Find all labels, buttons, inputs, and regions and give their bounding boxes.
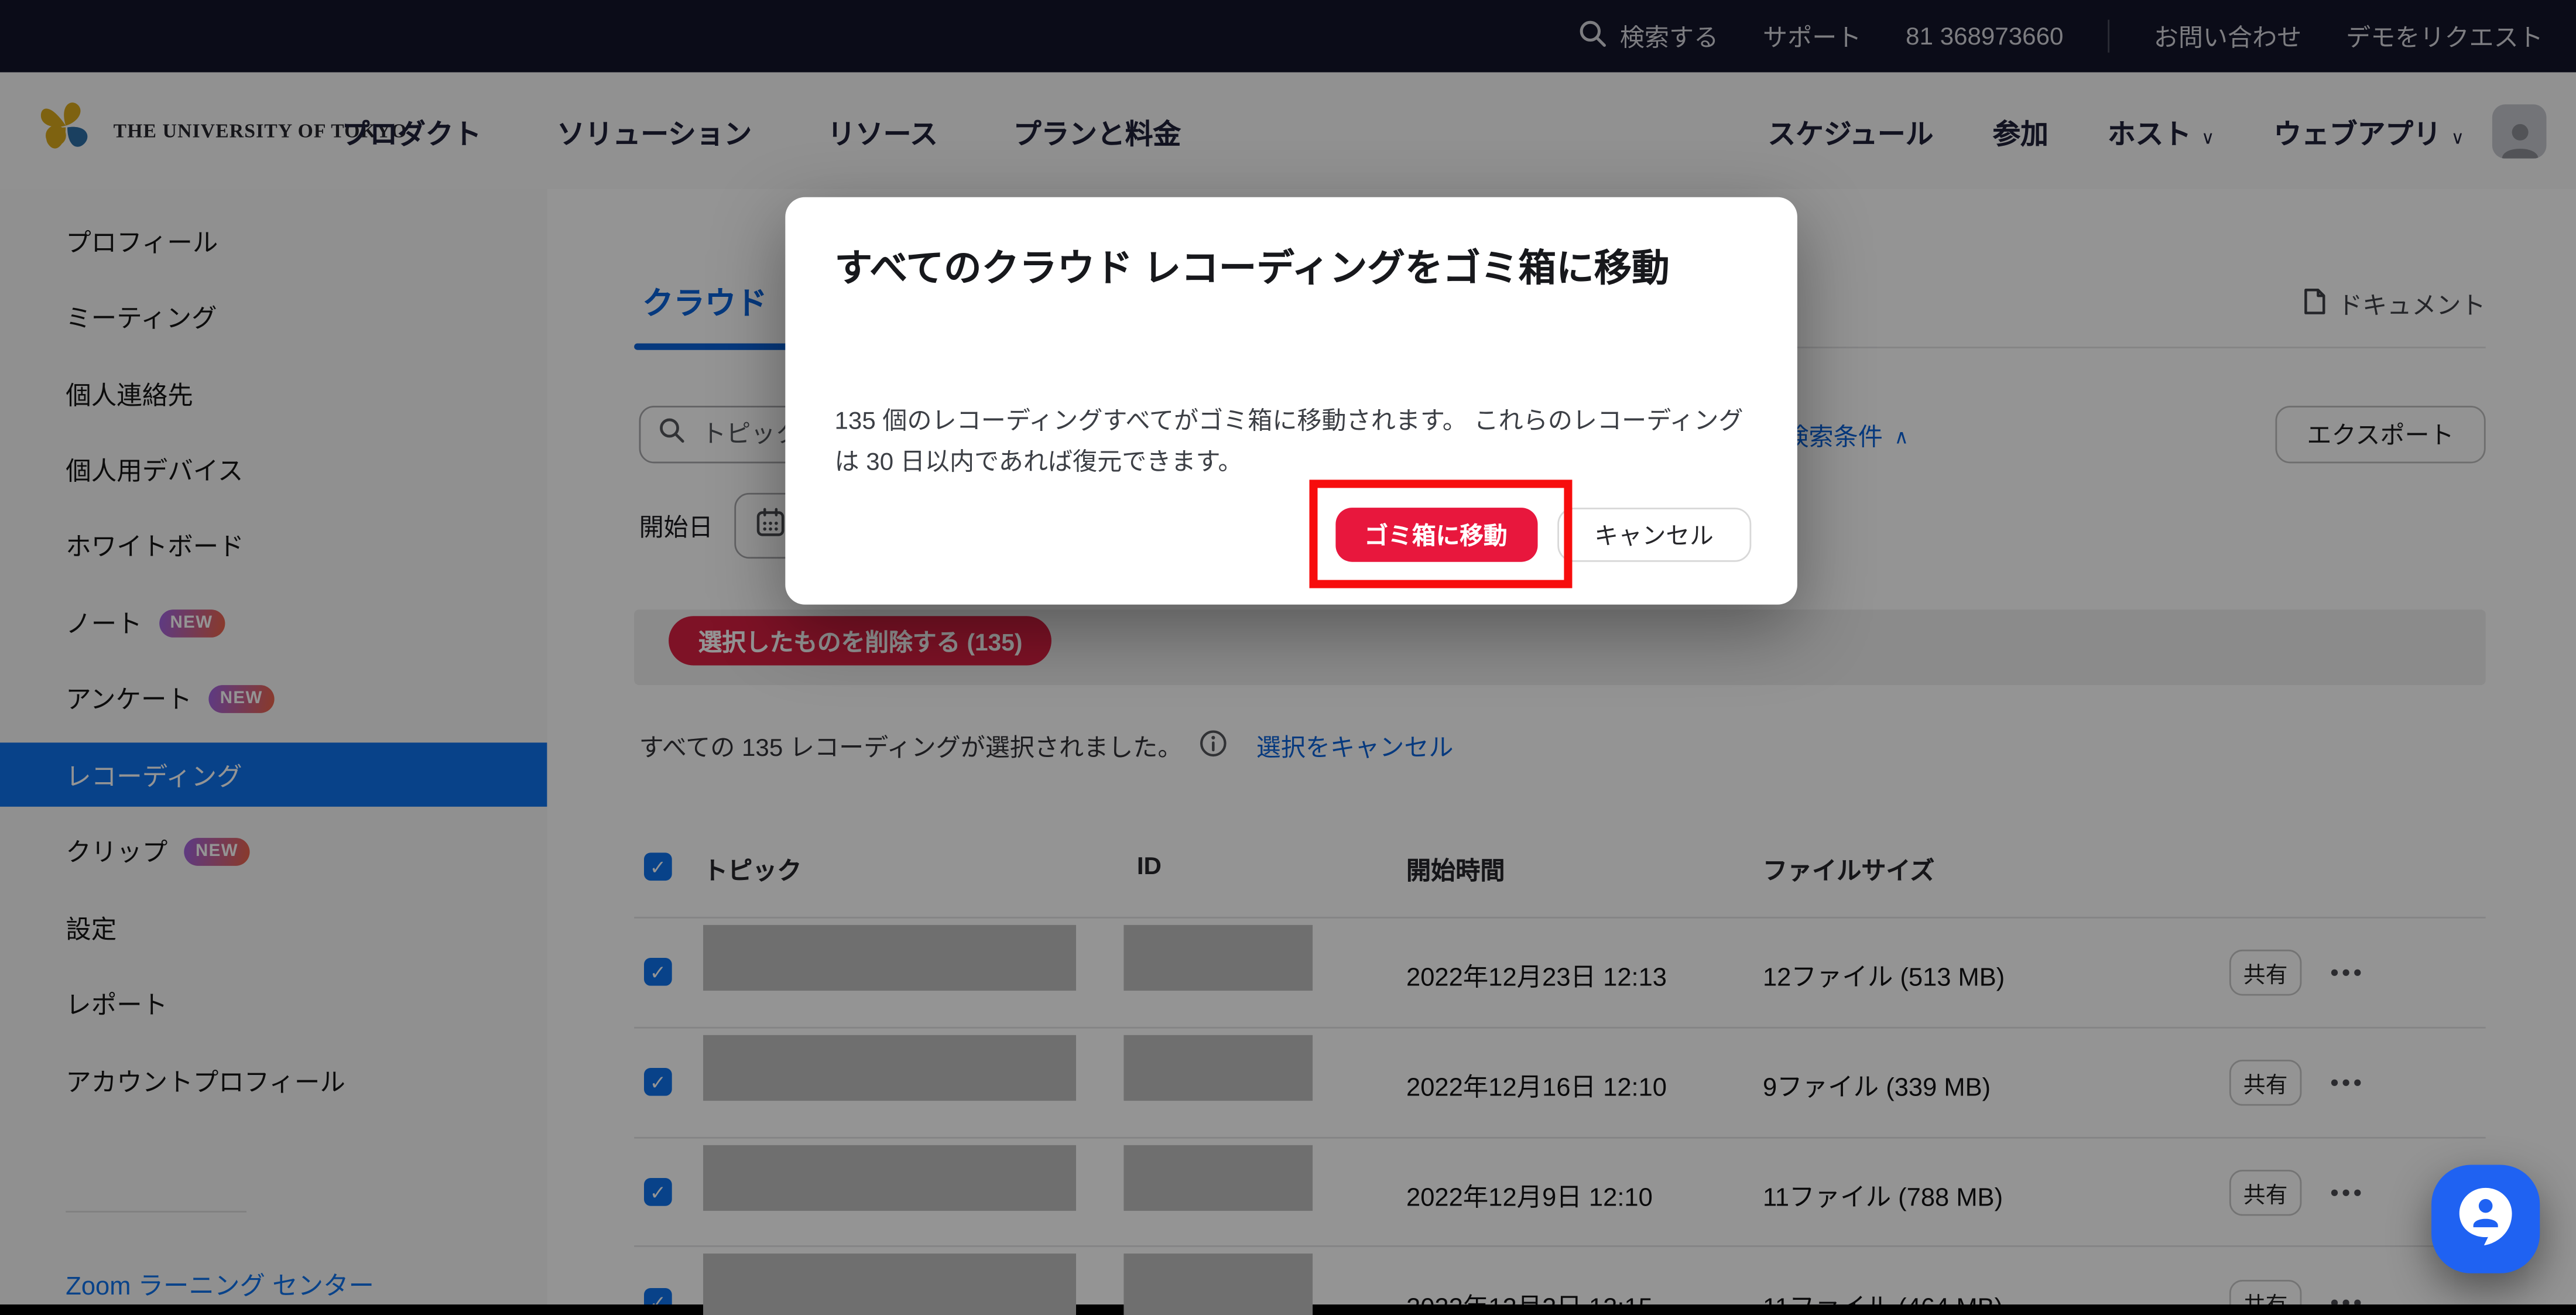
dialog-body-text: 135 個のレコーディングすべてがゴミ箱に移動されます。 これらのレコーディング… <box>835 401 1748 483</box>
highlight-annotation-box <box>1309 480 1572 588</box>
support-chat-button[interactable] <box>2431 1165 2540 1273</box>
move-to-trash-dialog: すべてのクラウド レコーディングをゴミ箱に移動 135 個のレコーディングすべて… <box>785 197 1797 605</box>
cancel-button[interactable]: キャンセル <box>1557 508 1752 562</box>
dialog-title: すべてのクラウド レコーディングをゴミ箱に移動 <box>835 240 1752 296</box>
page: 検索する サポート 81 368973660 お問い合わせ デモをリクエスト T… <box>0 0 2576 1315</box>
chat-person-icon <box>2456 1184 2515 1255</box>
